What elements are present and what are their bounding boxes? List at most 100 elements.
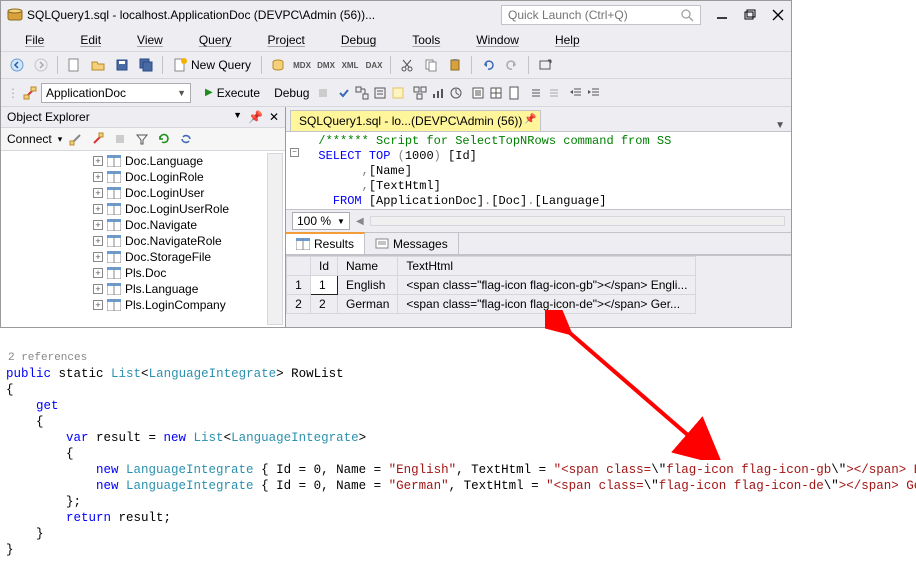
sync-icon[interactable]	[178, 131, 194, 147]
expand-icon[interactable]: +	[93, 220, 103, 230]
expand-icon[interactable]: +	[93, 300, 103, 310]
stop-icon[interactable]	[317, 87, 329, 99]
open-icon[interactable]	[88, 55, 108, 75]
results-grid[interactable]: Id Name TextHtml 1 1 English <span class…	[286, 255, 791, 314]
parse-icon[interactable]	[337, 86, 351, 100]
expand-icon[interactable]: +	[93, 284, 103, 294]
nav-fwd-icon[interactable]	[31, 55, 51, 75]
editor-panel: SQLQuery1.sql - lo...(DEVPC\Admin (56)) …	[286, 107, 791, 327]
tree-item[interactable]: +Pls.LoginCompany	[23, 297, 285, 313]
menu-debug[interactable]: Debug	[325, 31, 392, 49]
menu-file[interactable]: File	[9, 31, 60, 49]
expand-icon[interactable]: +	[93, 236, 103, 246]
expand-icon[interactable]: +	[93, 252, 103, 262]
nav-back-icon[interactable]	[7, 55, 27, 75]
filter-icon[interactable]	[134, 131, 150, 147]
redo-icon[interactable]	[502, 55, 522, 75]
launch-icon[interactable]	[535, 55, 555, 75]
change-connection-icon[interactable]	[23, 86, 37, 100]
copy-icon[interactable]	[421, 55, 441, 75]
object-explorer-tree[interactable]: +Doc.Language +Doc.LoginRole +Doc.LoginU…	[1, 151, 285, 327]
db-engine-icon[interactable]	[268, 55, 288, 75]
col-name[interactable]: Name	[338, 257, 398, 276]
live-stats-icon[interactable]	[431, 86, 445, 100]
results-grid-icon[interactable]	[489, 86, 503, 100]
dropdown-icon[interactable]: ▼	[233, 110, 242, 124]
menu-project[interactable]: Project	[252, 31, 321, 49]
tree-item[interactable]: +Doc.Language	[23, 153, 285, 169]
paste-icon[interactable]	[445, 55, 465, 75]
expand-icon[interactable]: +	[93, 268, 103, 278]
quick-launch-input[interactable]	[508, 8, 676, 22]
tab-dropdown-icon[interactable]: ▼	[769, 120, 791, 131]
include-plan-icon[interactable]	[413, 86, 427, 100]
execute-button[interactable]: ▶ Execute	[199, 83, 266, 103]
zoom-dropdown[interactable]: 100 %▼	[292, 212, 350, 230]
col-texthtml[interactable]: TextHtml	[398, 257, 696, 276]
tree-item[interactable]: +Doc.NavigateRole	[23, 233, 285, 249]
tree-item[interactable]: +Doc.LoginRole	[23, 169, 285, 185]
tree-item[interactable]: +Pls.Doc	[23, 265, 285, 281]
mdx-icon[interactable]: MDX	[292, 55, 312, 75]
close-icon[interactable]: ✕	[269, 110, 279, 124]
save-all-icon[interactable]	[136, 55, 156, 75]
debug-button[interactable]: Debug	[270, 86, 313, 100]
menu-edit[interactable]: Edit	[64, 31, 117, 49]
expand-icon[interactable]: +	[93, 204, 103, 214]
results-tab[interactable]: Results	[286, 232, 365, 254]
new-query-button[interactable]: New Query	[169, 58, 255, 72]
window-close[interactable]	[771, 8, 785, 22]
code-lens-refs[interactable]: 2 references	[6, 350, 916, 366]
dax-icon[interactable]: DAX	[364, 55, 384, 75]
expand-icon[interactable]: +	[93, 172, 103, 182]
disconnect-icon[interactable]	[90, 131, 106, 147]
results-file-icon[interactable]	[507, 86, 521, 100]
intellisense-icon[interactable]	[391, 86, 405, 100]
pin-icon[interactable]: 📌	[524, 114, 536, 125]
undo-icon[interactable]	[478, 55, 498, 75]
window-restore[interactable]	[743, 8, 757, 22]
table-row[interactable]: 2 2 German <span class="flag-icon flag-i…	[287, 295, 696, 314]
tree-item[interactable]: +Doc.StorageFile	[23, 249, 285, 265]
refresh-icon[interactable]	[156, 131, 172, 147]
object-explorer-connect-bar: Connect ▾	[1, 127, 285, 151]
connect-icon[interactable]	[68, 131, 84, 147]
editor-tab[interactable]: SQLQuery1.sql - lo...(DEVPC\Admin (56)) …	[290, 110, 541, 131]
menu-window[interactable]: Window	[460, 31, 535, 49]
expand-icon[interactable]: +	[93, 156, 103, 166]
expand-icon[interactable]: +	[93, 188, 103, 198]
menu-query[interactable]: Query	[183, 31, 248, 49]
tree-item[interactable]: +Pls.Language	[23, 281, 285, 297]
col-id[interactable]: Id	[311, 257, 338, 276]
dmx-icon[interactable]: DMX	[316, 55, 336, 75]
tree-item[interactable]: +Doc.Navigate	[23, 217, 285, 233]
window-minimize[interactable]	[715, 8, 729, 22]
tree-item[interactable]: +Doc.LoginUserRole	[23, 201, 285, 217]
database-dropdown[interactable]: ApplicationDoc ▼	[41, 83, 191, 103]
menu-tools[interactable]: Tools	[396, 31, 456, 49]
xmla-icon[interactable]: XML	[340, 55, 360, 75]
fold-icon[interactable]: −	[290, 148, 299, 157]
quick-launch[interactable]	[501, 5, 701, 25]
estimated-plan-icon[interactable]	[355, 86, 369, 100]
results-text-icon[interactable]	[471, 86, 485, 100]
stop-oe-icon[interactable]	[112, 131, 128, 147]
cut-icon[interactable]	[397, 55, 417, 75]
save-icon[interactable]	[112, 55, 132, 75]
decrease-indent-icon[interactable]	[569, 86, 583, 100]
uncomment-icon[interactable]	[547, 86, 561, 100]
query-options-icon[interactable]	[373, 86, 387, 100]
messages-tab[interactable]: Messages	[365, 233, 459, 254]
connect-label[interactable]: Connect	[7, 132, 52, 146]
tree-item[interactable]: +Doc.LoginUser	[23, 185, 285, 201]
comment-icon[interactable]	[529, 86, 543, 100]
new-icon[interactable]	[64, 55, 84, 75]
increase-indent-icon[interactable]	[587, 86, 601, 100]
menu-view[interactable]: View	[121, 31, 179, 49]
menu-help[interactable]: Help	[539, 31, 596, 49]
table-row[interactable]: 1 1 English <span class="flag-icon flag-…	[287, 276, 696, 295]
h-scrollbar[interactable]	[370, 216, 785, 226]
client-stats-icon[interactable]	[449, 86, 463, 100]
pin-icon[interactable]: 📌	[248, 110, 263, 124]
sql-editor[interactable]: − /****** Script for SelectTopNRows comm…	[286, 131, 791, 209]
